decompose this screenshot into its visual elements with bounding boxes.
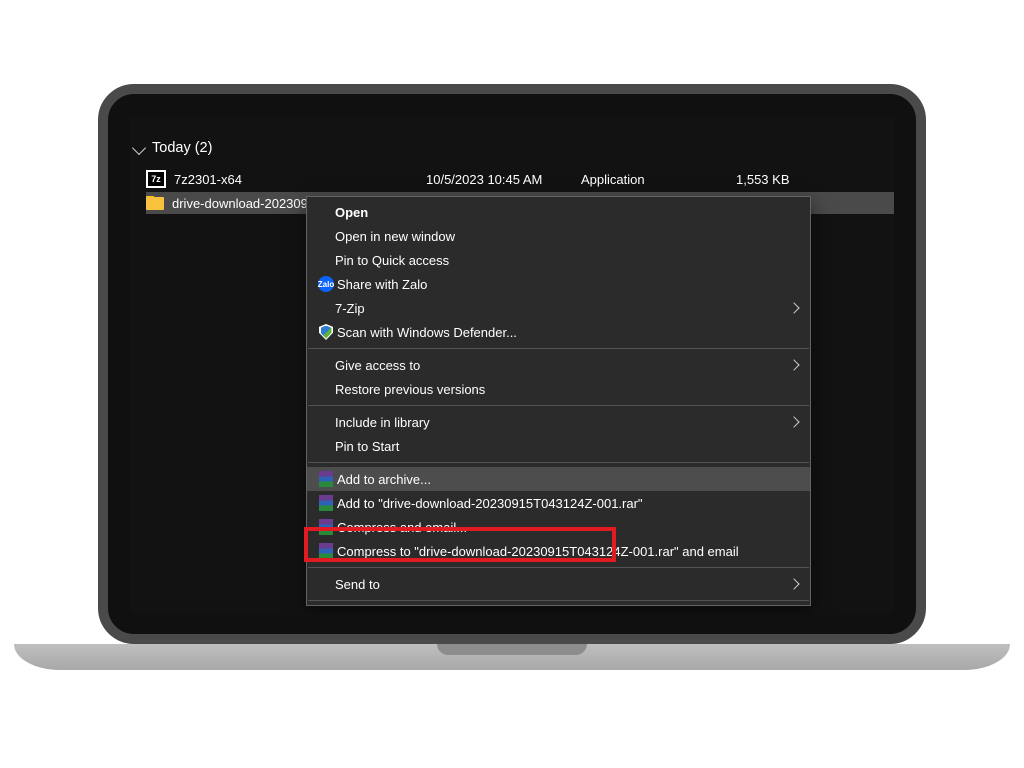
- group-header-today[interactable]: Today (2): [134, 140, 212, 156]
- shield-icon: [319, 324, 333, 340]
- menu-add-to-rar[interactable]: Add to "drive-download-20230915T043124Z-…: [307, 491, 810, 515]
- menu-7zip[interactable]: 7-Zip: [307, 296, 810, 320]
- file-name: 7z2301-x64: [174, 172, 242, 187]
- menu-item-label: Share with Zalo: [337, 277, 796, 292]
- menu-separator: [308, 462, 809, 463]
- menu-item-label: Add to "drive-download-20230915T043124Z-…: [337, 496, 796, 511]
- sevenzip-icon: 7z: [146, 170, 166, 188]
- menu-give-access[interactable]: Give access to: [307, 353, 810, 377]
- menu-item-label: Scan with Windows Defender...: [337, 325, 796, 340]
- file-size: 1,553 KB: [736, 172, 856, 187]
- screen: Today (2) 7z 7z2301-x64 10/5/2023 10:45 …: [130, 116, 894, 614]
- menu-item-label: Add to archive...: [337, 472, 796, 487]
- winrar-icon: [319, 471, 333, 487]
- menu-separator: [308, 600, 809, 601]
- menu-compress-email[interactable]: Compress and email...: [307, 515, 810, 539]
- menu-item-label: Compress and email...: [337, 520, 796, 535]
- menu-pin-quick-access[interactable]: Pin to Quick access: [307, 248, 810, 272]
- winrar-icon: [319, 543, 333, 559]
- file-type: Application: [581, 172, 736, 187]
- menu-pin-start[interactable]: Pin to Start: [307, 434, 810, 458]
- winrar-icon: [319, 495, 333, 511]
- menu-include-library[interactable]: Include in library: [307, 410, 810, 434]
- menu-separator: [308, 405, 809, 406]
- menu-send-to[interactable]: Send to: [307, 572, 810, 596]
- chevron-down-icon: [132, 141, 146, 155]
- menu-restore-versions[interactable]: Restore previous versions: [307, 377, 810, 401]
- menu-item-label: Restore previous versions: [335, 382, 796, 397]
- group-header-label: Today (2): [152, 140, 212, 156]
- menu-open-new-window[interactable]: Open in new window: [307, 224, 810, 248]
- folder-icon: [146, 197, 164, 210]
- menu-item-label: 7-Zip: [335, 301, 796, 316]
- menu-item-label: Open in new window: [335, 229, 796, 244]
- menu-item-label: Send to: [335, 577, 796, 592]
- file-date: 10/5/2023 10:45 AM: [426, 172, 581, 187]
- menu-item-label: Open: [335, 205, 796, 220]
- file-explorer: Today (2) 7z 7z2301-x64 10/5/2023 10:45 …: [130, 116, 894, 614]
- menu-scan-defender[interactable]: Scan with Windows Defender...: [307, 320, 810, 344]
- menu-share-zalo[interactable]: Zalo Share with Zalo: [307, 272, 810, 296]
- menu-compress-to-email[interactable]: Compress to "drive-download-20230915T043…: [307, 539, 810, 563]
- menu-open[interactable]: Open: [307, 200, 810, 224]
- winrar-icon: [319, 519, 333, 535]
- menu-item-label: Give access to: [335, 358, 796, 373]
- menu-item-label: Compress to "drive-download-20230915T043…: [337, 544, 796, 559]
- file-row[interactable]: 7z 7z2301-x64 10/5/2023 10:45 AM Applica…: [146, 168, 894, 190]
- menu-item-label: Pin to Quick access: [335, 253, 796, 268]
- menu-separator: [308, 348, 809, 349]
- context-menu: Open Open in new window Pin to Quick acc…: [306, 196, 811, 606]
- menu-item-label: Include in library: [335, 415, 796, 430]
- menu-add-to-archive[interactable]: Add to archive...: [307, 467, 810, 491]
- laptop-notch: [437, 644, 587, 655]
- menu-separator: [308, 567, 809, 568]
- menu-item-label: Pin to Start: [335, 439, 796, 454]
- zalo-icon: Zalo: [318, 276, 334, 292]
- laptop-frame: Today (2) 7z 7z2301-x64 10/5/2023 10:45 …: [98, 84, 926, 644]
